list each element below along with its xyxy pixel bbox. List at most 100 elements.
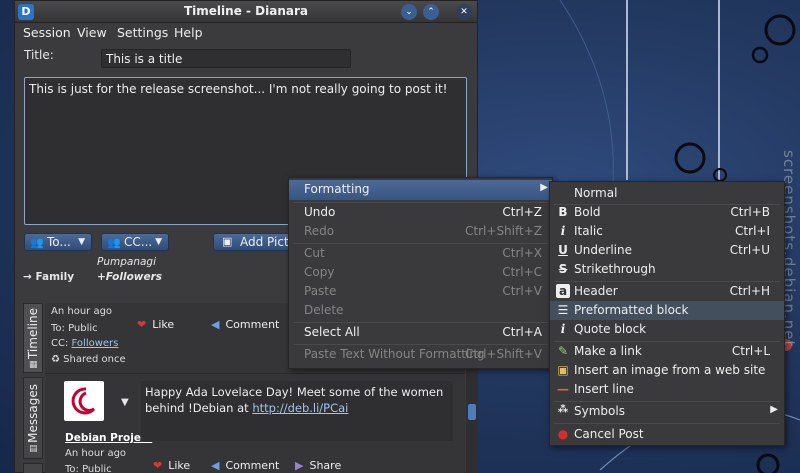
- timeline-post: ▼ Debian Project An hour ago To: Public …: [45, 373, 465, 473]
- cancel-post-button[interactable]: ● Cancel Post: [550, 425, 784, 444]
- menu-settings[interactable]: Settings: [117, 25, 168, 40]
- comment-icon: ◀: [211, 318, 220, 331]
- format-italic[interactable]: i Italic Ctrl+I: [550, 222, 784, 241]
- bold-icon: B: [558, 205, 568, 219]
- debian-logo-icon: [71, 387, 96, 415]
- side-tabs: Timeline ▦ Messages ▤: [23, 303, 43, 473]
- format-normal[interactable]: Normal: [550, 184, 784, 203]
- to-button[interactable]: 👥 To... ▼: [24, 233, 92, 251]
- menu-item-copy[interactable]: Copy Ctrl+C: [289, 263, 552, 283]
- menu-item-paste-plain[interactable]: Paste Text Without Formatting Ctrl+Shift…: [289, 345, 552, 365]
- menu-view[interactable]: View: [77, 25, 107, 40]
- menu-item-cut[interactable]: Cut Ctrl+X: [289, 244, 552, 264]
- format-underline[interactable]: U Underline Ctrl+U: [550, 241, 784, 260]
- format-insert-image[interactable]: ▣ Insert an image from a web site: [550, 361, 784, 380]
- menu-item-paste[interactable]: Paste Ctrl+V: [289, 282, 552, 302]
- add-picture-button[interactable]: ▣ Add Picture: [213, 233, 293, 251]
- cc-button-label: CC...: [124, 235, 153, 249]
- cancel-icon: ●: [557, 427, 569, 441]
- maximize-button[interactable]: ⌃: [423, 4, 439, 20]
- comment-button[interactable]: ◀ Comment: [211, 318, 279, 331]
- menu-separator: [554, 423, 780, 424]
- post-body-text: This is just for the release screenshot.…: [29, 82, 448, 96]
- tab-timeline[interactable]: Timeline ▦: [23, 303, 43, 373]
- cc-button[interactable]: 👥 CC... ▼: [101, 233, 169, 251]
- cc-audience-name: Pumpanagi: [97, 256, 156, 268]
- timeline-icon: ▦: [29, 360, 38, 370]
- tab-timeline-label: Timeline: [26, 308, 40, 360]
- tab-more[interactable]: [23, 463, 43, 473]
- comment-label: Comment: [225, 459, 280, 472]
- like-button[interactable]: ❤ Like: [153, 459, 190, 472]
- close-button[interactable]: ✕: [456, 4, 472, 20]
- heart-icon: ❤: [137, 318, 147, 331]
- menu-bar: Session View Settings Help: [15, 23, 477, 43]
- comment-label: Comment: [225, 318, 280, 331]
- symbols-icon: ⁂: [557, 404, 569, 415]
- image-icon: ▣: [557, 363, 569, 377]
- title-label: Title:: [24, 48, 54, 62]
- followers-link[interactable]: Followers: [72, 338, 119, 349]
- post-author[interactable]: Debian Project: [65, 432, 152, 444]
- like-button[interactable]: ❤ Like: [137, 318, 174, 331]
- formatting-submenu: Normal B Bold Ctrl+B i Italic Ctrl+I U U…: [549, 181, 785, 446]
- format-preformatted[interactable]: ☰ Preformatted block: [550, 301, 784, 320]
- menu-item-formatting[interactable]: Formatting ▶: [289, 180, 552, 200]
- tab-messages-label: Messages: [26, 384, 40, 443]
- post-time: An hour ago: [51, 306, 113, 317]
- title-input[interactable]: [101, 49, 351, 68]
- avatar[interactable]: [64, 381, 104, 421]
- chevron-right-icon: ▶: [770, 404, 778, 415]
- menu-item-redo[interactable]: Redo Ctrl+Shift+Z: [289, 222, 552, 242]
- post-time: An hour ago: [65, 448, 127, 459]
- chevron-right-icon: ▶: [540, 182, 548, 193]
- scrollbar-thumb[interactable]: [468, 404, 476, 420]
- picture-icon: ▣: [222, 235, 233, 248]
- comment-icon: ◀: [211, 459, 220, 472]
- menu-help[interactable]: Help: [174, 25, 203, 40]
- share-label: Share: [309, 459, 342, 472]
- format-header[interactable]: a Header Ctrl+H: [550, 282, 784, 301]
- format-quote[interactable]: i Quote block: [550, 320, 784, 339]
- comment-button[interactable]: ◀ Comment: [211, 459, 279, 472]
- menu-item-delete[interactable]: Delete: [289, 301, 552, 321]
- post-to: To: Public: [65, 464, 112, 473]
- link-icon: ✎: [557, 344, 569, 358]
- to-audience-summary: → Family: [23, 271, 75, 283]
- preformatted-icon: ☰: [557, 303, 569, 317]
- like-label: Like: [152, 318, 175, 331]
- menu-item-select-all[interactable]: Select All Ctrl+A: [289, 323, 552, 343]
- format-make-link[interactable]: ✎ Make a link Ctrl+L: [550, 342, 784, 361]
- chevron-down-icon: ▼: [155, 237, 162, 247]
- share-icon: ▶: [295, 459, 304, 472]
- line-icon: —: [557, 382, 569, 396]
- underline-icon: U: [558, 243, 568, 257]
- cc-audience-summary: +Followers: [97, 271, 163, 283]
- post-link[interactable]: http://deb.li/PCai: [252, 401, 348, 415]
- post-to: To: Public: [51, 323, 98, 334]
- chevron-down-icon: ▼: [78, 237, 85, 247]
- chevron-down-icon[interactable]: ▼: [121, 397, 129, 408]
- people-icon: 👥: [107, 236, 121, 249]
- title-bar[interactable]: D Timeline - Dianara ⌄ ⌃ ✕: [15, 1, 477, 23]
- italic-icon: i: [560, 224, 566, 238]
- to-button-label: To...: [47, 235, 71, 249]
- add-picture-label: Add Picture: [240, 235, 292, 249]
- format-symbols[interactable]: ⁂ Symbols ▶: [550, 402, 784, 421]
- strikethrough-icon: S: [558, 262, 568, 276]
- share-button[interactable]: ▶ Share: [295, 459, 341, 472]
- menu-session[interactable]: Session: [23, 25, 71, 40]
- menu-item-undo[interactable]: Undo Ctrl+Z: [289, 203, 552, 223]
- tab-messages[interactable]: Messages ▤: [23, 377, 43, 459]
- post-content: Happy Ada Lovelace Day! Meet some of the…: [141, 381, 453, 441]
- format-strikethrough[interactable]: S Strikethrough: [550, 260, 784, 279]
- format-insert-line[interactable]: — Insert line: [550, 380, 784, 399]
- post-shared-count: ♻ Shared once: [51, 354, 126, 365]
- messages-icon: ▤: [29, 444, 38, 454]
- like-label: Like: [168, 459, 191, 472]
- header-icon: a: [556, 284, 570, 298]
- format-bold[interactable]: B Bold Ctrl+B: [550, 203, 784, 222]
- minimize-button[interactable]: ⌄: [401, 4, 417, 20]
- people-icon: 👥: [30, 236, 44, 249]
- heart-icon: ❤: [153, 459, 163, 472]
